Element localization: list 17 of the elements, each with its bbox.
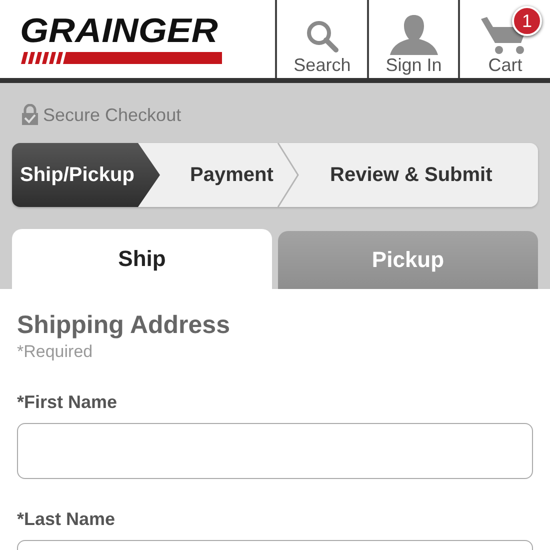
field-label: *Last Name xyxy=(17,509,116,530)
cart-count-badge: 1 xyxy=(512,6,542,36)
checkout-step[interactable]: Payment xyxy=(160,143,300,207)
user-icon xyxy=(388,13,440,55)
search-icon xyxy=(304,19,340,55)
chevron-icon xyxy=(276,143,300,207)
input-field[interactable] xyxy=(17,423,533,479)
logo-stripe-icon xyxy=(20,52,222,64)
checkout-step[interactable]: Review & Submit xyxy=(300,143,524,207)
logo-text: GRAINGER xyxy=(20,14,219,48)
required-note: *Required xyxy=(17,342,94,362)
secure-checkout-label: Secure Checkout xyxy=(43,104,182,126)
field-label: *First Name xyxy=(17,392,118,413)
checkout-step[interactable]: Ship/Pickup xyxy=(12,143,160,207)
delivery-tab[interactable]: Ship xyxy=(12,229,272,289)
section-title: Shipping Address xyxy=(17,311,231,340)
lock-icon xyxy=(21,104,39,126)
